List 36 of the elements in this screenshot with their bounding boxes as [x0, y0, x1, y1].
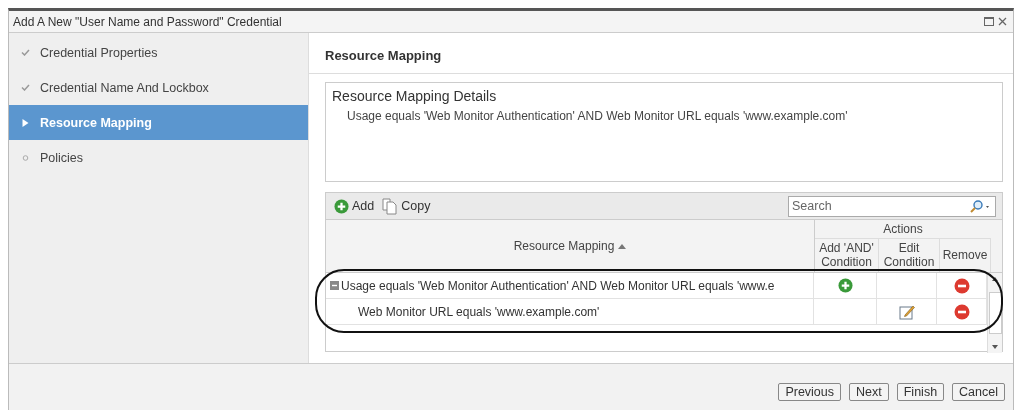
scroll-down-icon[interactable] [992, 345, 998, 349]
triangle-icon [21, 118, 30, 127]
copy-icon [382, 197, 399, 215]
search-field[interactable]: Search [788, 195, 996, 217]
checkmark-icon [21, 84, 30, 91]
details-text: Usage equals 'Web Monitor Authentication' AND Web Monitor URL equals 'www.example.com' [346, 109, 849, 123]
wizard-step[interactable]: Credential Properties [9, 35, 308, 70]
sort-ascending-icon [618, 243, 627, 249]
collapse-icon[interactable] [330, 281, 339, 290]
column-header[interactable]: Resource Mapping [326, 220, 815, 272]
mapping-condition: Web Monitor URL equals 'www.example.com' [358, 304, 600, 319]
wizard-step[interactable]: Policies [9, 140, 308, 175]
edit-icon[interactable] [898, 303, 915, 320]
panel-title: Resource Mapping [309, 33, 1013, 74]
search-icon[interactable] [970, 199, 992, 213]
add-button[interactable]: Add [334, 198, 375, 214]
add-icon[interactable] [837, 278, 853, 293]
remove-icon[interactable] [953, 277, 970, 294]
wizard-button[interactable]: Previous [778, 383, 842, 401]
wizard-button[interactable]: Cancel [952, 383, 1005, 401]
mapping-condition: Usage equals 'Web Monitor Authentication' AND Web Monitor URL equals 'www.e [341, 278, 775, 293]
column-header[interactable]: Add 'AND' Condition [815, 239, 879, 272]
wizard-button[interactable]: Finish [896, 383, 945, 401]
maximize-icon[interactable] [984, 17, 994, 26]
wizard-step[interactable]: Credential Name And Lockbox [9, 70, 308, 105]
wizard-button[interactable]: Next [849, 383, 889, 401]
circle-icon [21, 154, 30, 161]
copy-button[interactable]: Copy [382, 197, 431, 215]
remove-icon[interactable] [953, 303, 970, 320]
checkmark-icon [21, 49, 30, 56]
close-icon[interactable] [998, 17, 1007, 26]
column-header[interactable]: Remove [940, 239, 991, 272]
column-group-header: Actions [815, 220, 991, 239]
column-header[interactable]: Edit Condition [879, 239, 940, 272]
details-title: Resource Mapping Details [332, 88, 498, 104]
window-title: Add A New "User Name and Password" Credential [13, 14, 282, 29]
